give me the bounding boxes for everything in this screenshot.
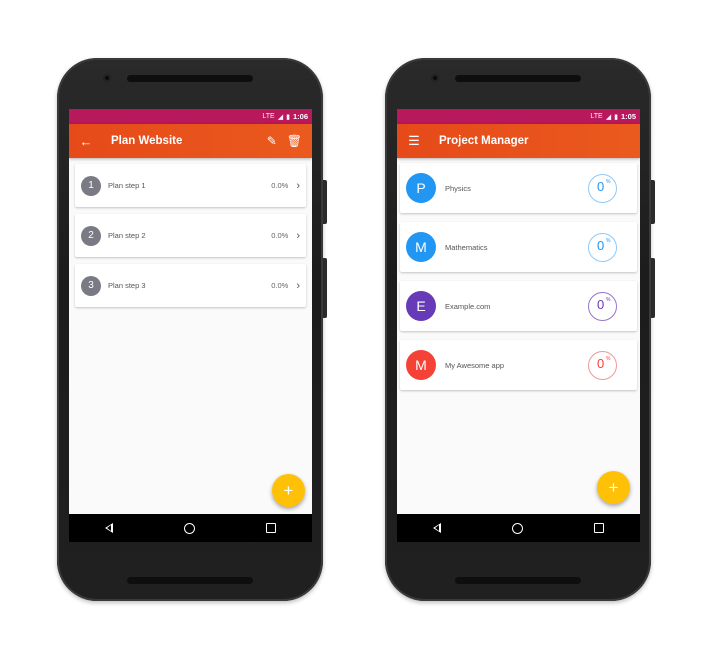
status-bar: LTE ◢ ▮ 1:05 — [397, 109, 640, 124]
list-item[interactable]: 1 Plan step 1 0.0% › — [75, 164, 306, 207]
battery-icon: ▮ — [286, 113, 290, 121]
steps-list: 1 Plan step 1 0.0% › 2 Plan step 2 0.0% … — [69, 158, 312, 307]
list-item[interactable]: M My Awesome app 0 % — [400, 340, 637, 390]
status-bar: LTE ◢ ▮ 1:06 — [69, 109, 312, 124]
step-number-badge: 3 — [81, 275, 101, 296]
list-item[interactable]: 2 Plan step 2 0.0% › — [75, 214, 306, 257]
progress-ring: 0 % — [588, 350, 617, 380]
project-name: Example.com — [445, 301, 491, 311]
status-time: 1:06 — [292, 112, 308, 121]
battery-icon: ▮ — [614, 113, 618, 121]
chevron-right-icon: › — [296, 179, 300, 192]
toolbar: ☰ Project Manager — [397, 124, 640, 158]
progress-unit: % — [606, 296, 611, 303]
volume-button — [323, 258, 327, 318]
speaker-bottom — [127, 577, 253, 584]
volume-button — [651, 258, 655, 318]
step-label: Plan step 1 — [108, 181, 146, 190]
step-number-badge: 2 — [81, 225, 101, 246]
add-button[interactable]: + — [272, 474, 305, 507]
network-label: LTE — [262, 113, 275, 120]
progress-ring: 0 % — [588, 291, 617, 321]
toolbar: ← Plan Website ✎ 🗑 — [69, 124, 312, 158]
avatar: P — [406, 173, 436, 203]
screen-project-manager: LTE ◢ ▮ 1:05 ☰ Project Manager P Physics… — [397, 109, 640, 542]
step-percent: 0.0% — [271, 181, 289, 190]
project-name: Physics — [445, 183, 471, 193]
system-nav-bar — [397, 514, 640, 542]
nav-back-icon[interactable] — [432, 523, 441, 533]
nav-recents-icon[interactable] — [266, 523, 277, 533]
nav-home-icon[interactable] — [183, 522, 195, 534]
avatar: E — [406, 291, 436, 321]
list-item[interactable]: P Physics 0 % — [400, 163, 637, 213]
step-percent: 0.0% — [271, 231, 289, 240]
nav-back-icon[interactable] — [104, 523, 113, 533]
signal-icon: ◢ — [605, 113, 612, 121]
progress-value: 0 — [597, 296, 605, 312]
list-item[interactable]: M Mathematics 0 % — [400, 222, 637, 272]
progress-unit: % — [606, 355, 611, 362]
step-percent: 0.0% — [271, 281, 289, 290]
nav-recents-icon[interactable] — [594, 523, 605, 533]
power-button — [323, 180, 327, 224]
signal-icon: ◢ — [277, 113, 284, 121]
phone-right: LTE ◢ ▮ 1:05 ☰ Project Manager P Physics… — [385, 58, 655, 601]
progress-value: 0 — [597, 355, 605, 371]
progress-ring: 0 % — [588, 173, 617, 203]
chevron-right-icon: › — [296, 229, 300, 242]
speaker-top — [127, 75, 253, 82]
progress-ring: 0 % — [588, 232, 617, 262]
status-time: 1:05 — [620, 112, 636, 121]
speaker-bottom — [455, 577, 581, 584]
trash-icon[interactable]: 🗑 — [287, 134, 302, 148]
phone-left: LTE ◢ ▮ 1:06 ← Plan Website ✎ 🗑 1 Plan s… — [57, 58, 327, 601]
system-nav-bar — [69, 514, 312, 542]
step-label: Plan step 2 — [108, 231, 146, 240]
arrow-back-icon[interactable]: ← — [69, 134, 103, 149]
add-button[interactable]: + — [597, 471, 630, 504]
power-button — [651, 180, 655, 224]
progress-unit: % — [606, 178, 611, 185]
hamburger-menu-icon[interactable]: ☰ — [397, 133, 431, 149]
chevron-right-icon: › — [296, 279, 300, 292]
avatar: M — [406, 232, 436, 262]
network-label: LTE — [590, 113, 603, 120]
project-name: My Awesome app — [445, 360, 505, 370]
speaker-top — [455, 75, 581, 82]
progress-value: 0 — [597, 178, 605, 194]
page-title: Project Manager — [439, 135, 529, 147]
pencil-icon[interactable]: ✎ — [267, 134, 277, 148]
step-number-badge: 1 — [81, 175, 101, 196]
progress-value: 0 — [597, 237, 605, 253]
front-camera — [431, 74, 439, 82]
screen-plan-website: LTE ◢ ▮ 1:06 ← Plan Website ✎ 🗑 1 Plan s… — [69, 109, 312, 542]
avatar: M — [406, 350, 436, 380]
page-title: Plan Website — [111, 135, 183, 147]
list-item[interactable]: 3 Plan step 3 0.0% › — [75, 264, 306, 307]
projects-list: P Physics 0 % M Mathematics 0 % E Exampl… — [397, 158, 640, 390]
step-label: Plan step 3 — [108, 281, 146, 290]
project-name: Mathematics — [445, 242, 488, 252]
front-camera — [103, 74, 111, 82]
list-item[interactable]: E Example.com 0 % — [400, 281, 637, 331]
nav-home-icon[interactable] — [511, 522, 523, 534]
progress-unit: % — [606, 237, 611, 244]
